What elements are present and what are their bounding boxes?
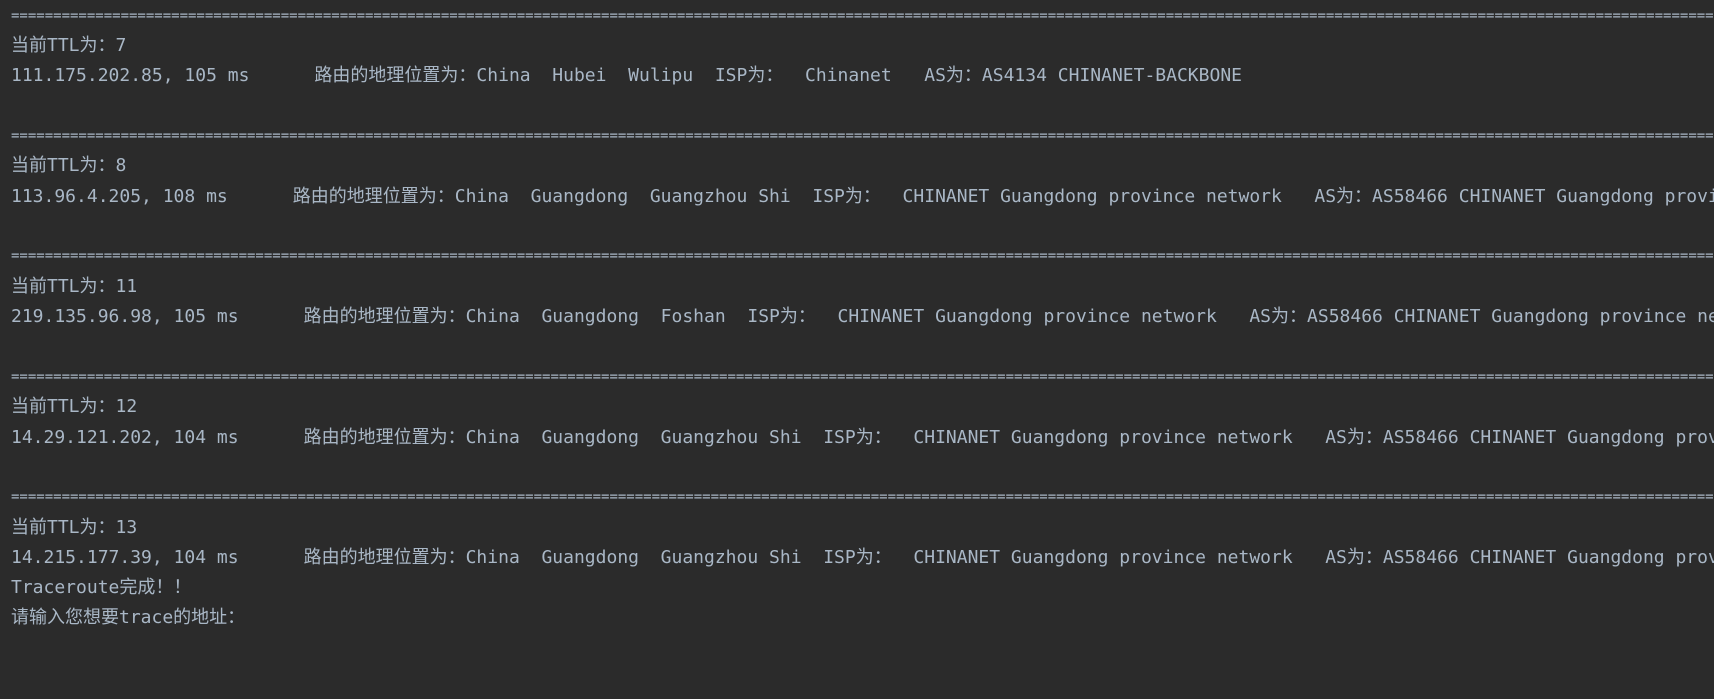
separator-line: ========================================…: [11, 8, 1714, 24]
hop-result: 14.29.121.202, 104 ms 路由的地理位置为：China Gua…: [11, 427, 1714, 448]
ttl-label: 当前TTL为：13: [11, 517, 138, 538]
separator-line: ========================================…: [11, 369, 1714, 385]
hop-result: 219.135.96.98, 105 ms 路由的地理位置为：China Gua…: [11, 306, 1714, 327]
hop-result: 113.96.4.205, 108 ms 路由的地理位置为：China Guan…: [11, 186, 1714, 207]
hop-result: 14.215.177.39, 104 ms 路由的地理位置为：China Gua…: [11, 547, 1714, 568]
input-prompt[interactable]: 请输入您想要trace的地址：: [11, 601, 245, 634]
ttl-label: 当前TTL为：7: [11, 35, 127, 56]
separator-line: ========================================…: [11, 489, 1714, 505]
ttl-label: 当前TTL为：8: [11, 155, 127, 176]
console-output: ========================================…: [0, 0, 1714, 699]
separator-line: ========================================…: [11, 248, 1714, 264]
traceroute-complete-message: Traceroute完成！！: [11, 577, 192, 598]
ttl-label: 当前TTL为：12: [11, 396, 138, 417]
separator-line: ========================================…: [11, 128, 1714, 144]
ttl-label: 当前TTL为：11: [11, 276, 138, 297]
hop-result: 111.175.202.85, 105 ms 路由的地理位置为：China Hu…: [11, 65, 1242, 86]
